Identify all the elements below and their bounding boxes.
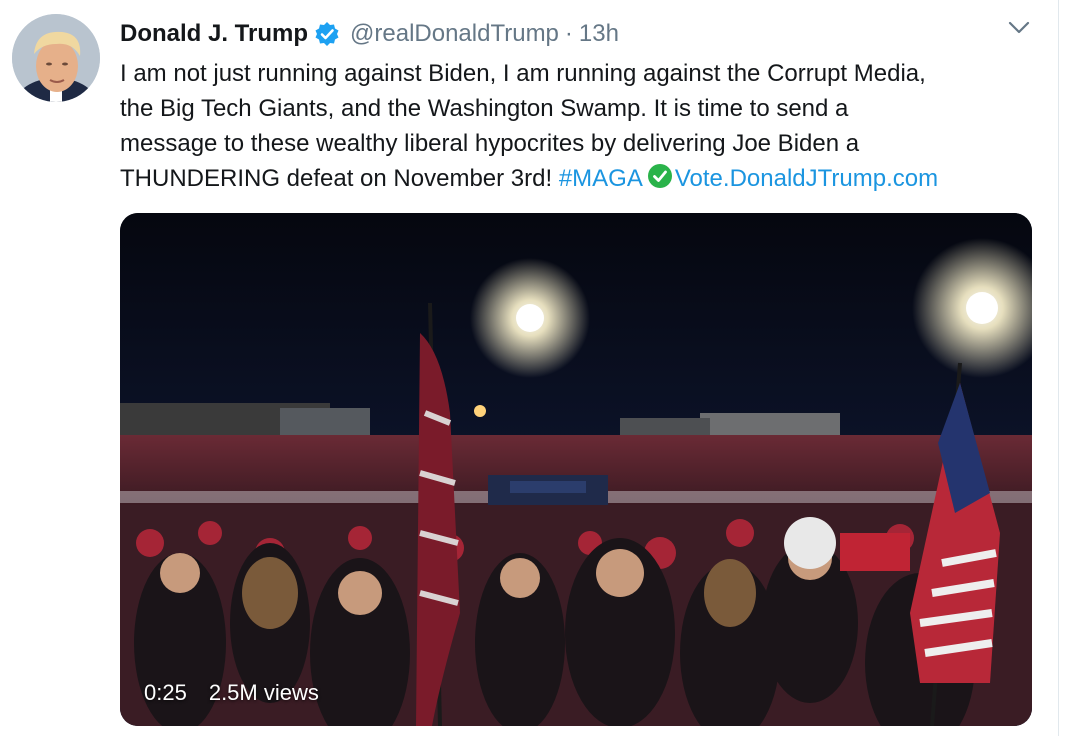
tweet-text-line: message to these wealthy liberal hypocri… <box>120 130 860 157</box>
verified-badge-icon <box>314 21 340 47</box>
chevron-down-icon[interactable] <box>1006 18 1032 38</box>
hashtag-link[interactable]: #MAGA <box>559 165 643 192</box>
tweet-text-line: the Big Tech Giants, and the Washington … <box>120 95 849 122</box>
tweet-header: Donald J. Trump @realDonaldTrump · 13h <box>120 16 619 52</box>
author-handle[interactable]: @realDonaldTrump <box>350 20 559 48</box>
tweet-text-segment: THUNDERING defeat on November 3rd! <box>120 165 559 192</box>
timestamp[interactable]: 13h <box>579 20 619 48</box>
separator-dot: · <box>564 20 573 47</box>
tweet-text-last-line: THUNDERING defeat on November 3rd! #MAGA… <box>120 161 1040 196</box>
tweet-text-line: I am not just running against Biden, I a… <box>120 60 926 87</box>
check-mark-emoji-icon <box>647 163 673 189</box>
tweet-text: I am not just running against Biden, I a… <box>120 56 1040 196</box>
video-thumbnail <box>120 213 1032 726</box>
timeline-border <box>1058 0 1059 736</box>
video-duration: 0:25 <box>144 680 187 705</box>
author-name[interactable]: Donald J. Trump <box>120 20 308 48</box>
video-stats-overlay: 0:25 2.5M views <box>144 680 319 706</box>
video-player[interactable]: 0:25 2.5M views <box>120 213 1032 726</box>
website-link[interactable]: Vote.DonaldJTrump.com <box>675 165 938 192</box>
video-views: 2.5M views <box>208 680 319 705</box>
avatar-image <box>12 14 100 102</box>
avatar[interactable] <box>12 14 100 102</box>
